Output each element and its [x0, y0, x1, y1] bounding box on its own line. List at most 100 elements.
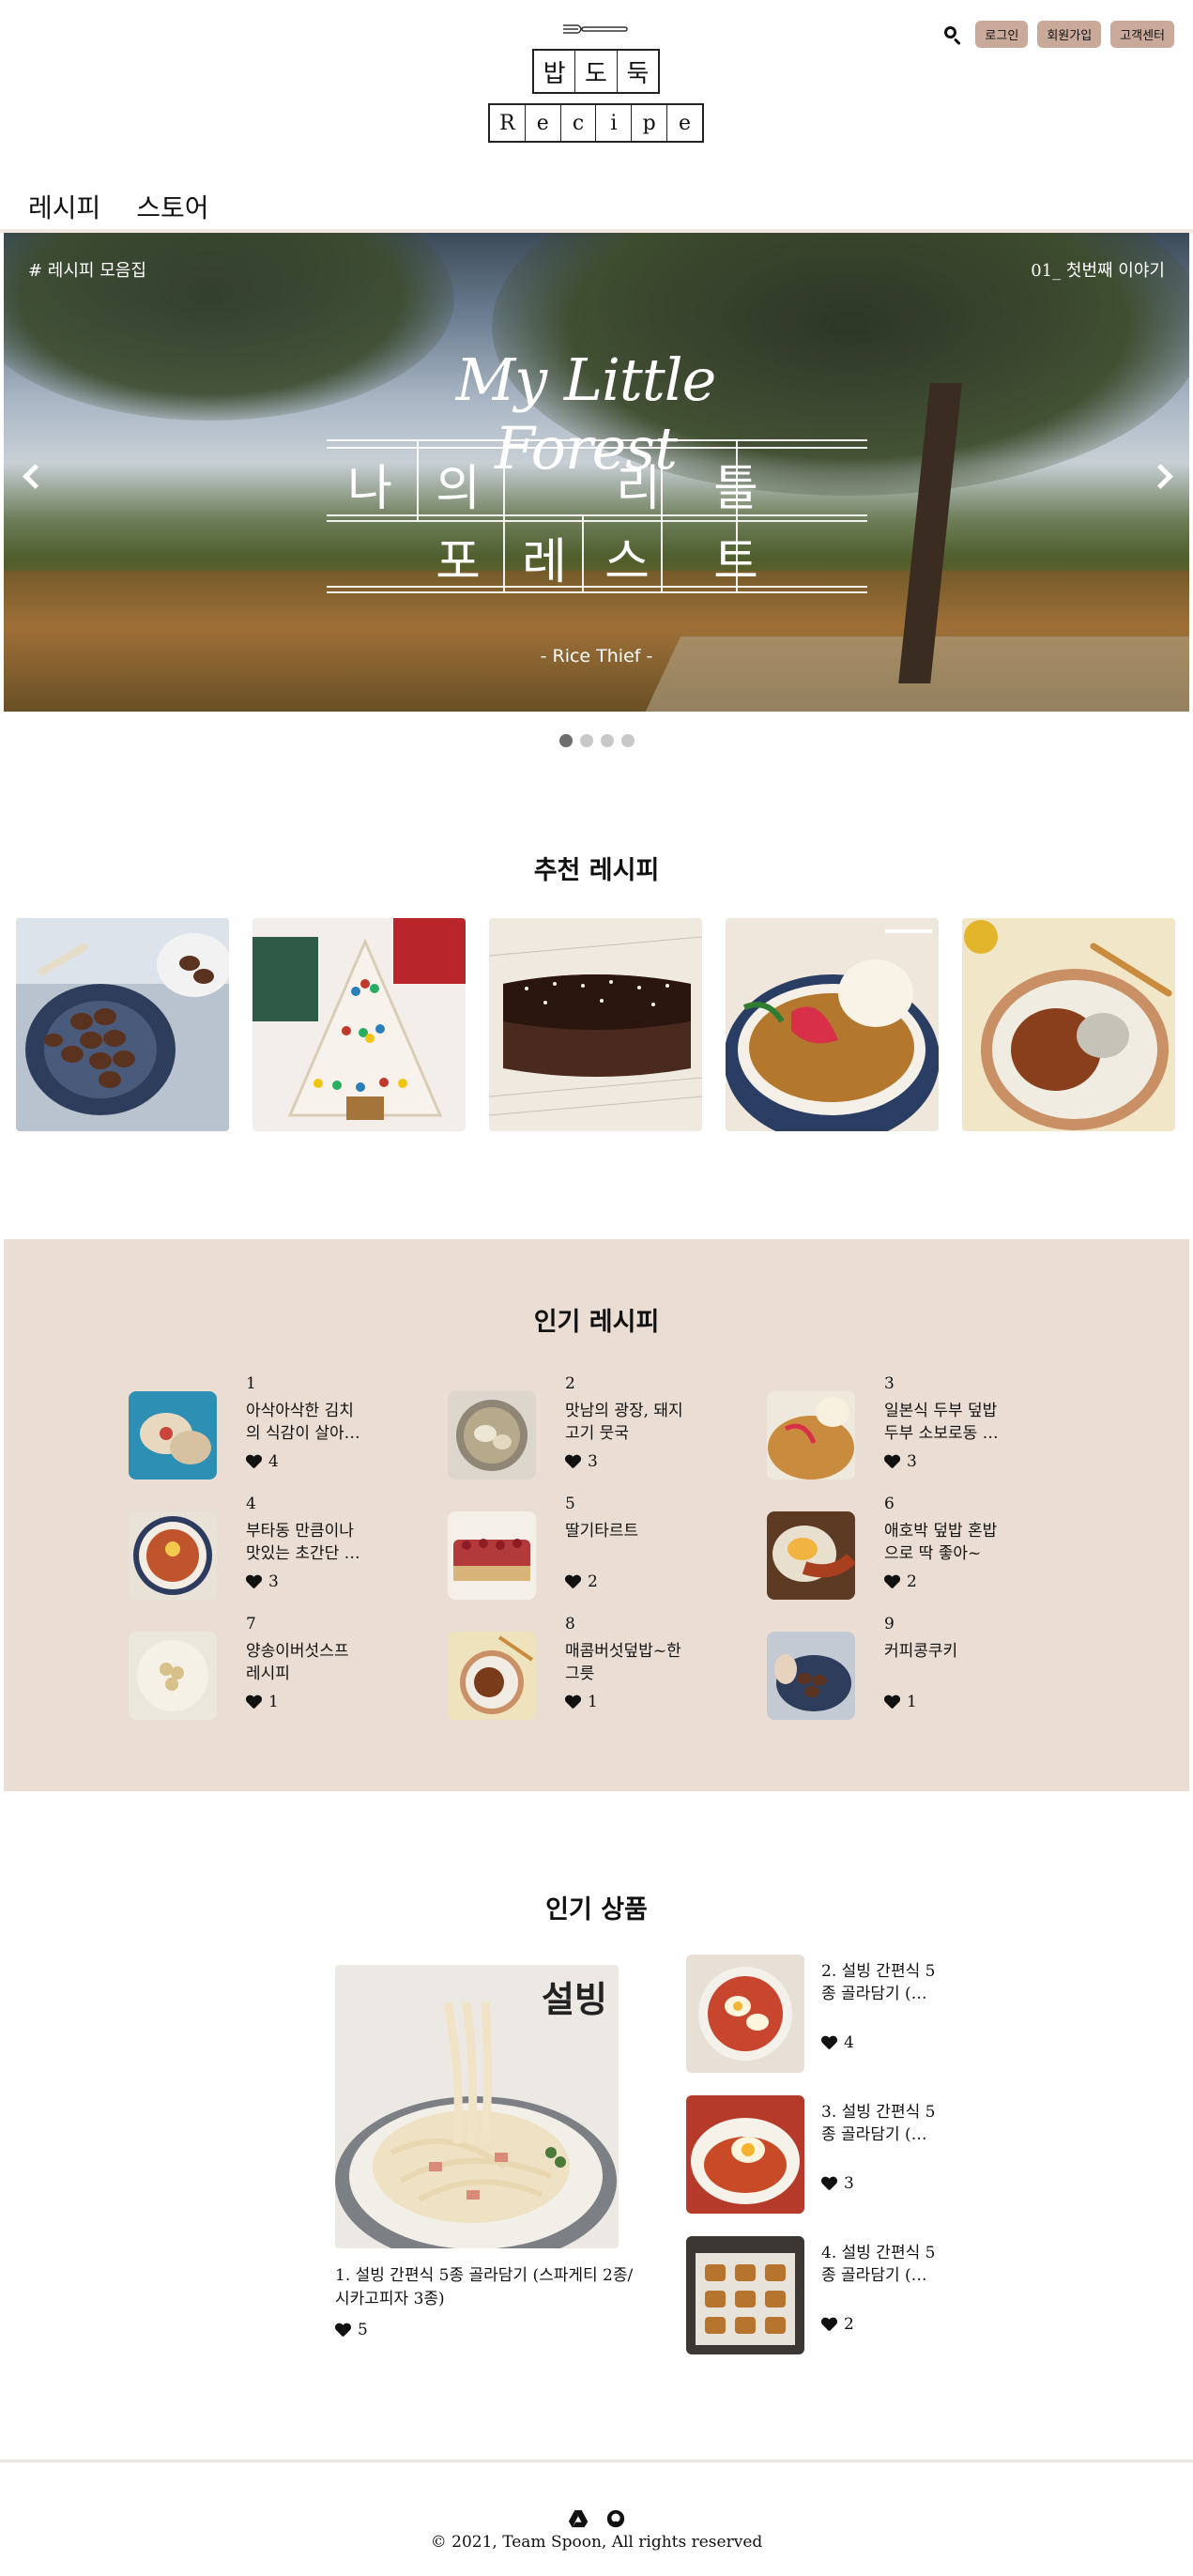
- hero-title-char: 스: [604, 534, 650, 590]
- hero-banner[interactable]: # 레시피 모음집 01_ 첫번째 이야기 My Little Forest 나…: [4, 233, 1189, 712]
- signup-button[interactable]: 회원가입: [1037, 21, 1102, 48]
- recipe-thumbnail: [129, 1391, 217, 1480]
- logo-char: 둑: [626, 59, 650, 88]
- popular-item[interactable]: 2 맛남의 광장, 돼지고기 뭇국 3: [448, 1374, 748, 1480]
- product-thumbnail: [686, 2236, 804, 2354]
- recommended-card[interactable]: [962, 918, 1175, 1131]
- popular-item[interactable]: 4 부타동 만큼이나 맛있는 초간단 … 3: [129, 1495, 429, 1600]
- recommended-card[interactable]: [252, 918, 466, 1131]
- like-count: 1: [907, 1693, 917, 1711]
- like-count: 2: [907, 1572, 917, 1591]
- prev-slide-icon[interactable]: [19, 463, 43, 487]
- google-drive-icon[interactable]: [568, 2508, 589, 2529]
- slide-dot[interactable]: [558, 734, 573, 747]
- brand-logo: 설빙: [542, 1979, 607, 2020]
- recipe-thumbnail: [129, 1511, 217, 1600]
- recipe-title: 양송이버섯스프 레시피: [246, 1642, 349, 1683]
- recommended-card[interactable]: [16, 918, 229, 1131]
- recipe-rank: 1: [246, 1374, 256, 1393]
- logo-letter: c: [561, 105, 597, 141]
- popular-item[interactable]: 7 양송이버섯스프 레시피 1: [129, 1615, 429, 1720]
- logo-letter: e: [679, 111, 692, 135]
- product-likes: 4: [821, 2033, 854, 2052]
- popular-item[interactable]: 9 커피콩쿠키 1: [767, 1615, 1067, 1720]
- product-card-main[interactable]: 설빙: [335, 1965, 619, 2248]
- recipe-rank: 2: [565, 1374, 575, 1393]
- recommended-title: 추천 레시피: [533, 856, 660, 885]
- heart-icon: [246, 1575, 261, 1588]
- recipe-rank: 3: [884, 1374, 895, 1393]
- heart-icon: [821, 2318, 836, 2331]
- popular-title: 인기 레시피: [533, 1308, 660, 1337]
- product-card[interactable]: 2. 설빙 간편식 5종 골라담기 (… 4: [686, 1955, 968, 2075]
- product-title: 2. 설빙 간편식 5종 골라담기 (…: [821, 1962, 936, 2003]
- hero-title-char: 레: [522, 534, 567, 590]
- product-title: 1. 설빙 간편식 5종 골라담기 (스파게티 2종/시카고피자 3종): [335, 2266, 634, 2308]
- search-icon[interactable]: [943, 25, 962, 45]
- recipe-rank: 5: [565, 1495, 575, 1513]
- hero-subtitle: - Rice Thief -: [540, 646, 653, 667]
- recommended-card[interactable]: [489, 918, 702, 1131]
- heart-icon: [565, 1695, 580, 1709]
- popular-item[interactable]: 3 일본식 두부 덮밥 두부 소보로동 … 3: [767, 1374, 1067, 1480]
- like-count: 1: [588, 1693, 598, 1711]
- product-likes: 2: [821, 2315, 854, 2334]
- recipe-title: 아삭아삭한 김치의 식감이 살아…: [246, 1402, 360, 1443]
- product-title: 3. 설빙 간편식 5종 골라담기 (…: [821, 2103, 936, 2144]
- recipe-thumbnail: [448, 1632, 536, 1720]
- slide-dot[interactable]: [620, 734, 635, 747]
- nav-item-recipe[interactable]: 레시피: [28, 188, 100, 225]
- login-button[interactable]: 로그인: [975, 21, 1029, 48]
- copyright-text: © 2021, Team Spoon, All rights reserved: [430, 2533, 763, 2552]
- recipe-rank: 4: [246, 1495, 256, 1513]
- logo-korean: 밥 도 둑: [532, 49, 660, 94]
- next-slide-icon[interactable]: [1150, 463, 1174, 487]
- logo-english: R e c i p e: [488, 103, 704, 143]
- recipe-title: 맛남의 광장, 돼지고기 뭇국: [565, 1402, 683, 1443]
- site-logo[interactable]: 밥 도 둑 R e c i p e: [488, 21, 704, 147]
- heart-icon: [565, 1455, 580, 1468]
- like-count: 2: [588, 1572, 598, 1591]
- product-title: 4. 설빙 간편식 5종 골라담기 (…: [821, 2244, 936, 2285]
- popular-item[interactable]: 8 매콤버섯덮밥~한그릇 1: [448, 1615, 748, 1720]
- nav-item-store[interactable]: 스토어: [136, 188, 208, 225]
- like-count: 4: [844, 2033, 854, 2052]
- support-button[interactable]: 고객센터: [1110, 21, 1174, 48]
- like-count: 1: [268, 1693, 279, 1711]
- popular-item[interactable]: 6 애호박 덮밥 혼밥으로 딱 좋아~ 2: [767, 1495, 1067, 1600]
- hero-title-char: 포: [436, 534, 481, 590]
- product-likes: 3: [821, 2174, 854, 2193]
- github-icon[interactable]: [605, 2508, 626, 2529]
- hero-title-grid: 나 의 리 틀 포 레 스 트: [327, 439, 867, 593]
- heart-icon: [884, 1455, 899, 1468]
- recipe-rank: 6: [884, 1495, 895, 1513]
- recommended-list: [16, 918, 1175, 1131]
- popular-item[interactable]: 5 딸기타르트 2: [448, 1495, 748, 1600]
- recipe-title: 일본식 두부 덮밥 두부 소보로동 …: [884, 1402, 999, 1443]
- recipe-thumbnail: [129, 1632, 217, 1720]
- recipe-likes: 4: [246, 1452, 279, 1471]
- footer-divider: [0, 2460, 1193, 2462]
- header-actions: 로그인 회원가입 고객센터: [943, 21, 1174, 48]
- popular-item[interactable]: 1 아삭아삭한 김치의 식감이 살아… 4: [129, 1374, 429, 1480]
- like-count: 3: [588, 1452, 598, 1471]
- slide-dot[interactable]: [579, 734, 593, 747]
- product-card[interactable]: 4. 설빙 간편식 5종 골라담기 (… 2: [686, 2236, 968, 2356]
- product-card[interactable]: 3. 설빙 간편식 5종 골라담기 (… 3: [686, 2095, 968, 2216]
- heart-icon: [884, 1575, 899, 1588]
- slide-dot[interactable]: [600, 734, 614, 747]
- hero-counter: 01_ 첫번째 이야기: [1031, 261, 1165, 281]
- recipe-likes: 3: [565, 1452, 598, 1471]
- recipe-likes: 1: [884, 1693, 917, 1711]
- logo-letter: i: [596, 105, 633, 141]
- hero-title-char: 리: [616, 461, 661, 517]
- heart-icon: [884, 1695, 899, 1709]
- heart-icon: [821, 2036, 836, 2049]
- recommended-card[interactable]: [726, 918, 939, 1131]
- recipe-rank: 9: [884, 1615, 895, 1633]
- like-count: 3: [268, 1572, 279, 1591]
- product-likes: 5: [335, 2321, 368, 2339]
- recipe-title: 매콤버섯덮밥~한그릇: [565, 1642, 681, 1683]
- recipe-thumbnail: [767, 1632, 855, 1720]
- recipe-thumbnail: [767, 1511, 855, 1600]
